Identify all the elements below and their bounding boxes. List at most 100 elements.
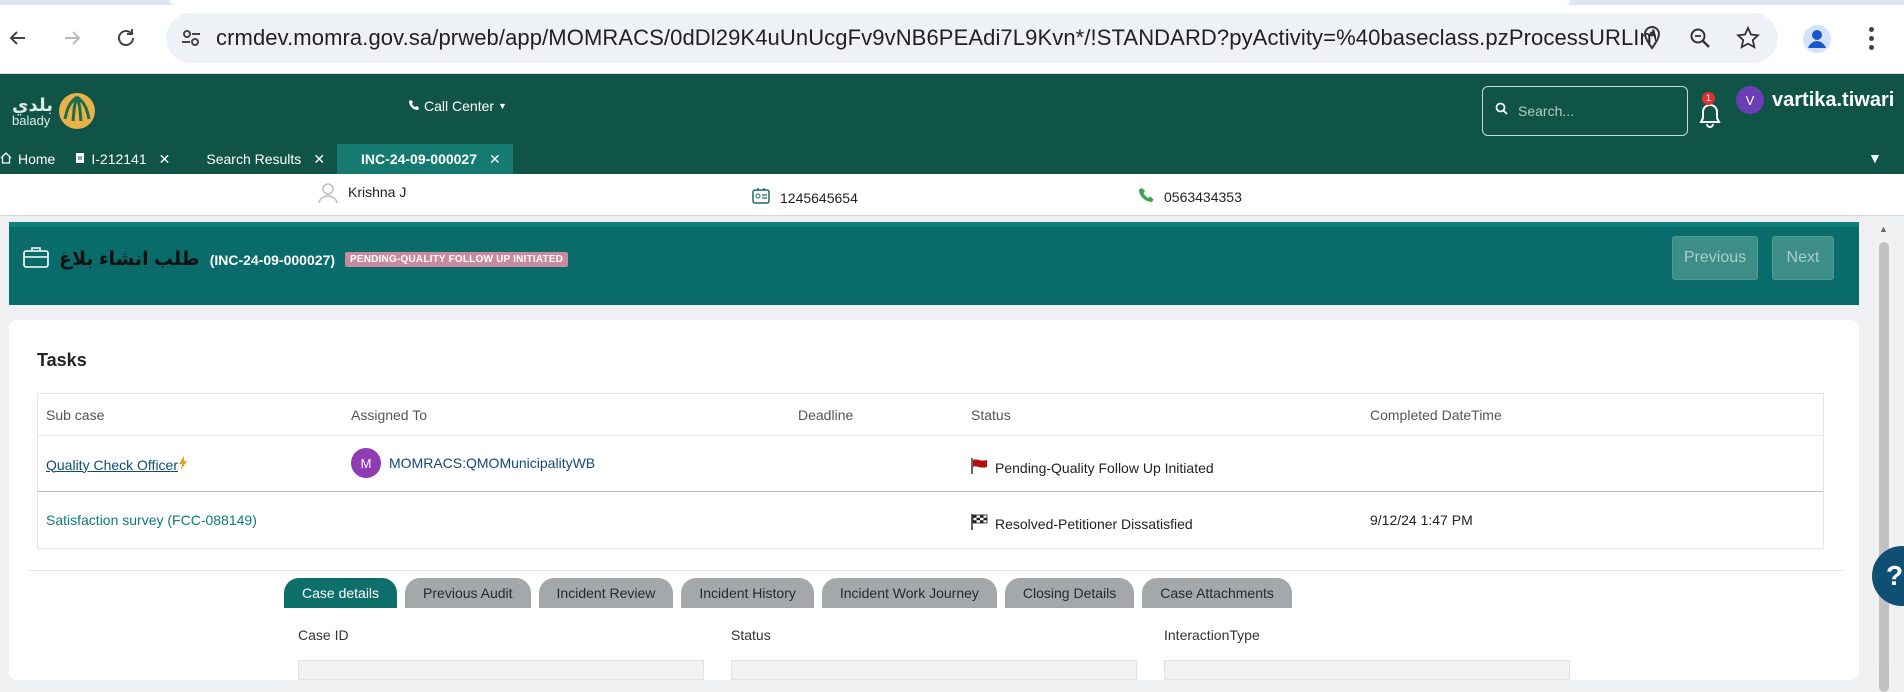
subcase-link[interactable]: Quality Check Officer [46,457,178,473]
contact-phone-item: 0563434353 [1138,187,1242,206]
tab-incident-review[interactable]: Incident Review [538,578,674,608]
tab-strip [0,0,1904,5]
close-icon[interactable]: ✕ [489,151,501,168]
case-status-badge: PENDING-QUALITY FOLLOW UP INITIATED [345,252,569,267]
assignee-cell: M MOMRACS:QMOMunicipalityWB [351,448,595,478]
lightning-icon [178,456,188,473]
section-divider [29,570,1843,571]
reload-icon[interactable] [110,22,142,54]
status-label: Status [731,627,771,643]
tab-inc-24-09-000027[interactable]: INC-24-09-000027 ✕ [337,144,513,174]
next-button[interactable]: Next [1772,236,1834,280]
case-title-arabic: طلب انشاء بلاغ [59,249,200,270]
tab-home[interactable]: Home [0,144,65,174]
site-settings-icon[interactable] [166,13,216,63]
scrollbar-thumb[interactable] [1879,242,1889,692]
scroll-up-icon[interactable]: ▲ [1879,224,1888,234]
search-icon [1495,102,1508,120]
call-center-menu[interactable]: Call Center ▼ [408,98,507,114]
tab-closing-details[interactable]: Closing Details [1004,578,1135,608]
user-menu[interactable]: V vartika.tiwari [1736,86,1894,114]
location-icon[interactable] [1636,22,1668,54]
status-text: Pending-Quality Follow Up Initiated [995,459,1214,476]
palm-icon [59,93,96,129]
tab-label: Search Results [206,151,302,167]
contact-name-item: Krishna J [318,182,406,207]
contact-name: Krishna J [348,183,407,200]
close-icon[interactable]: ✕ [313,151,325,168]
tab-label: Home [18,151,56,167]
logo-english-text: balady [12,112,51,128]
url-text[interactable]: crmdev.momra.gov.sa/prweb/app/MOMRACS/0d… [216,25,1656,51]
address-bar[interactable]: crmdev.momra.gov.sa/prweb/app/MOMRACS/0d… [166,13,1778,63]
zoom-icon[interactable] [1684,22,1716,54]
assignee-avatar: M [351,448,381,478]
tab-label: INC-24-09-000027 [361,151,478,167]
checkered-flag-icon [971,514,989,533]
column-header-status[interactable]: Status [971,407,1011,423]
red-flag-icon [971,458,989,477]
tab-previous-audit[interactable]: Previous Audit [405,578,531,608]
tab-i-212141[interactable]: I-212141 ✕ [65,144,182,174]
table-header: Sub case Assigned To Deadline Status Com… [38,394,1823,436]
tab-incident-work-journey[interactable]: Incident Work Journey [821,578,997,608]
column-header-assigned-to[interactable]: Assigned To [351,407,427,423]
content-card: Tasks Sub case Assigned To Deadline Stat… [9,320,1859,680]
profile-icon[interactable] [1800,22,1834,56]
subcase-cell: Satisfaction survey (FCC-088149) [46,512,257,528]
subcase-link[interactable]: Satisfaction survey (FCC-088149) [46,512,257,528]
completed-cell: 9/12/24 1:47 PM [1370,512,1473,528]
briefcase-icon [23,246,49,273]
previous-button[interactable]: Previous [1672,236,1758,280]
column-header-completed[interactable]: Completed DateTime [1370,407,1502,423]
notification-badge: 1 [1702,92,1715,105]
bookmark-star-icon[interactable] [1732,22,1764,54]
table-row: Satisfaction survey (FCC-088149) Resolve… [38,492,1823,548]
status-text: Resolved-Petitioner Dissatisfied [995,515,1193,532]
close-icon[interactable]: ✕ [159,151,171,168]
id-card-icon [752,187,770,208]
case-id-field[interactable] [298,660,704,680]
caret-down-icon: ▼ [498,101,507,111]
contact-id-item: 1245645654 [752,187,858,208]
case-title: طلب انشاء بلاغ (INC-24-09-000027) PENDIN… [23,246,569,273]
back-icon[interactable] [2,22,34,54]
status-field[interactable] [731,660,1137,680]
tab-case-details[interactable]: Case details [284,578,398,608]
user-avatar: V [1736,86,1764,114]
user-name: vartika.tiwari [1772,88,1895,111]
notification-bell[interactable]: 1 [1696,92,1724,128]
table-row: Quality Check Officer M MOMRACS:QMOMunic… [38,436,1823,492]
contact-id-number: 1245645654 [780,189,858,206]
phone-icon [408,98,420,114]
logo-arabic-text: بلدي [12,94,54,115]
subcase-cell: Quality Check Officer [46,456,188,473]
case-id: (INC-24-09-000027) [209,251,335,268]
phone-icon [1138,187,1154,206]
column-header-subcase[interactable]: Sub case [46,407,104,423]
tab-label: I-212141 [91,151,147,167]
search-box[interactable] [1482,86,1688,136]
call-center-label: Call Center [424,98,495,114]
contact-bar: Krishna J 1245645654 0563434353 [0,174,1904,216]
interaction-type-field[interactable] [1164,660,1570,680]
tasks-heading: Tasks [37,350,87,370]
case-banner: طلب انشاء بلاغ (INC-24-09-000027) PENDIN… [9,222,1859,305]
browser-menu-icon[interactable] [1858,20,1884,56]
document-icon [75,151,85,167]
tab-incident-history[interactable]: Incident History [681,578,814,608]
home-icon [0,151,12,167]
balady-logo[interactable]: بلدي balady [12,88,104,134]
contact-phone: 0563434353 [1164,188,1242,205]
tab-search-results[interactable]: Search Results ✕ [182,144,337,174]
column-header-deadline[interactable]: Deadline [798,407,853,423]
person-icon [318,182,338,207]
detail-tabs: Case details Previous Audit Incident Rev… [284,578,1292,608]
search-input[interactable] [1516,102,1676,120]
work-tabs: Home I-212141 ✕ Search Results ✕ INC-24-… [0,144,513,174]
forward-icon[interactable] [56,22,88,54]
assignee-name: MOMRACS:QMOMunicipalityWB [389,455,596,471]
tab-case-attachments[interactable]: Case Attachments [1142,578,1292,608]
tabs-overflow-caret-icon[interactable]: ▼ [1868,150,1882,166]
status-cell: Resolved-Petitioner Dissatisfied [971,514,1193,533]
